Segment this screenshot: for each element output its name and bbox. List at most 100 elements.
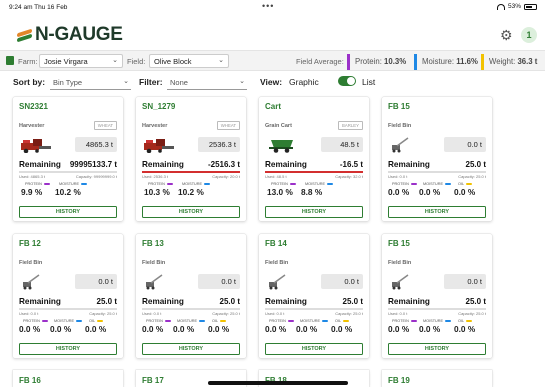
- quality-label: OIL: [458, 319, 473, 323]
- view-list-label[interactable]: List: [362, 77, 375, 87]
- card-name: FB 15: [388, 239, 410, 248]
- capacity-progress: [142, 171, 240, 173]
- remaining-label: Remaining: [19, 297, 61, 306]
- multitask-dots: •••: [262, 1, 275, 11]
- card-name: Cart: [265, 102, 282, 111]
- settings-gear-icon[interactable]: ⚙: [500, 28, 514, 42]
- quality-label: PROTEIN: [392, 319, 417, 323]
- bin-card[interactable]: Cart Grain Cart BARLEY 48.5 t Remaining -16.5…: [259, 97, 369, 221]
- remaining-value: 25.0 t: [465, 160, 486, 169]
- chevron-down-icon: ⌄: [112, 57, 118, 64]
- quality-label: MOISTURE: [423, 182, 452, 186]
- capacity-progress: [265, 308, 363, 310]
- quality-label: PROTEIN: [148, 182, 173, 186]
- quality-value: 0.0 %: [142, 324, 164, 334]
- farm-select[interactable]: Josie Virgara ⌄: [39, 54, 123, 68]
- filter-bar: Farm: Josie Virgara ⌄ Field: Olive Block…: [0, 50, 545, 71]
- quality-value: 0.0 %: [208, 324, 230, 334]
- capacity-text: Capacity: 25.0 t: [335, 311, 363, 316]
- view-label: View:: [260, 77, 283, 87]
- card-type: Field Bin: [19, 260, 43, 266]
- bin-card[interactable]: FB 13 Field Bin 0.0 t Remaining 25.0 t Used: …: [136, 234, 246, 358]
- capacity-progress: [388, 171, 486, 173]
- quality-value: 8.8 %: [301, 187, 323, 197]
- bin-card[interactable]: SN_1279 Harvester WHEAT 2536.3 t Remaining -2…: [136, 97, 246, 221]
- used-text: Used: 2536.3 t: [142, 174, 169, 179]
- card-name: FB 15: [388, 102, 410, 111]
- bin-card[interactable]: FB 15 Field Bin 0.0 t Remaining 25.0 t Used: …: [382, 97, 492, 221]
- field-label: Field:: [127, 57, 146, 66]
- protein-average: Protein: 10.3%: [347, 54, 410, 70]
- weight-value: 0.0 t: [444, 137, 486, 152]
- field-bin-icon: [142, 274, 176, 290]
- filter-label: Filter:: [139, 77, 163, 87]
- bin-card[interactable]: FB 14 Field Bin 0.0 t Remaining 25.0 t Used: …: [259, 234, 369, 358]
- chevron-down-icon: ⌄: [123, 78, 129, 85]
- quality-label: MOISTURE: [423, 319, 452, 323]
- bin-card-partial[interactable]: FB 16: [13, 370, 123, 387]
- view-graphic-label[interactable]: Graphic: [289, 77, 319, 87]
- moisture-value: 11.6%: [456, 57, 478, 66]
- card-name: SN_1279: [142, 102, 176, 111]
- weight-value: 48.5 t: [321, 137, 363, 152]
- remaining-label: Remaining: [142, 160, 184, 169]
- quality-value: 9.9 %: [21, 187, 43, 197]
- field-select[interactable]: Olive Block ⌄: [149, 54, 229, 68]
- used-text: Used: 48.5 t: [265, 174, 287, 179]
- remaining-value: -2516.3 t: [207, 160, 240, 169]
- history-button[interactable]: HISTORY: [19, 206, 117, 218]
- quality-value: 0.0 %: [296, 324, 318, 334]
- quality-label: MOISTURE: [54, 319, 83, 323]
- quality-value: 13.0 %: [267, 187, 293, 197]
- quality-value: 0.0 %: [19, 324, 41, 334]
- history-button[interactable]: HISTORY: [19, 343, 117, 355]
- filter-value: None: [170, 78, 188, 87]
- quality-value: 0.0 %: [419, 187, 441, 197]
- capacity-text: Capacity: 32.0 t: [335, 174, 363, 179]
- used-text: Used: 4865.3 t: [19, 174, 46, 179]
- farm-label: Farm:: [18, 57, 38, 66]
- history-button[interactable]: HISTORY: [142, 206, 240, 218]
- field-bin-icon: [388, 274, 422, 290]
- app-name: N-GAUGE: [35, 24, 123, 45]
- bin-card[interactable]: FB 15 Field Bin 0.0 t Remaining 25.0 t Used: …: [382, 234, 492, 358]
- remaining-label: Remaining: [265, 160, 307, 169]
- used-text: Used: 0.0 t: [265, 311, 285, 316]
- bin-card-partial[interactable]: FB 19: [382, 370, 492, 387]
- quality-label: MOISTURE: [182, 182, 211, 186]
- sort-select[interactable]: Bin Type ⌄: [50, 74, 131, 90]
- history-button[interactable]: HISTORY: [265, 206, 363, 218]
- capacity-text: Capacity: 25.0 t: [458, 311, 486, 316]
- weight-value: 36.3 t: [517, 57, 538, 66]
- capacity-progress: [19, 308, 117, 310]
- harvester-icon: [142, 137, 176, 154]
- battery-icon: [524, 3, 537, 10]
- user-avatar[interactable]: 1: [521, 27, 537, 43]
- quality-label: OIL: [89, 319, 104, 323]
- view-toggle[interactable]: [338, 76, 356, 86]
- card-type: Harvester: [142, 123, 168, 129]
- capacity-text: Capacity: 25.0 t: [89, 311, 117, 316]
- weight-value: 4865.3 t: [75, 137, 117, 152]
- remaining-value: 25.0 t: [96, 297, 117, 306]
- history-button[interactable]: HISTORY: [388, 206, 486, 218]
- history-button[interactable]: HISTORY: [265, 343, 363, 355]
- filter-select[interactable]: None ⌄: [167, 74, 247, 90]
- bin-card[interactable]: SN2321 Harvester WHEAT 4865.3 t Remaining 999…: [13, 97, 123, 221]
- capacity-text: Capacity: 99999999.0 t: [75, 174, 117, 179]
- bin-card[interactable]: FB 12 Field Bin 0.0 t Remaining 25.0 t Used: …: [13, 234, 123, 358]
- card-type: Field Bin: [388, 123, 412, 129]
- weight-value: 0.0 t: [198, 274, 240, 289]
- history-button[interactable]: HISTORY: [388, 343, 486, 355]
- quality-label: OIL: [212, 319, 227, 323]
- crop-badge: WHEAT: [93, 121, 117, 130]
- used-text: Used: 0.0 t: [19, 311, 39, 316]
- history-button[interactable]: HISTORY: [142, 343, 240, 355]
- quality-value: 0.0 %: [388, 324, 410, 334]
- used-text: Used: 0.0 t: [142, 311, 162, 316]
- status-time: 9:24 am Thu 16 Feb: [9, 4, 68, 11]
- quality-value: 0.0 %: [173, 324, 195, 334]
- quality-value: 0.0 %: [454, 187, 476, 197]
- card-name: SN2321: [19, 102, 48, 111]
- card-type: Grain Cart: [265, 123, 292, 129]
